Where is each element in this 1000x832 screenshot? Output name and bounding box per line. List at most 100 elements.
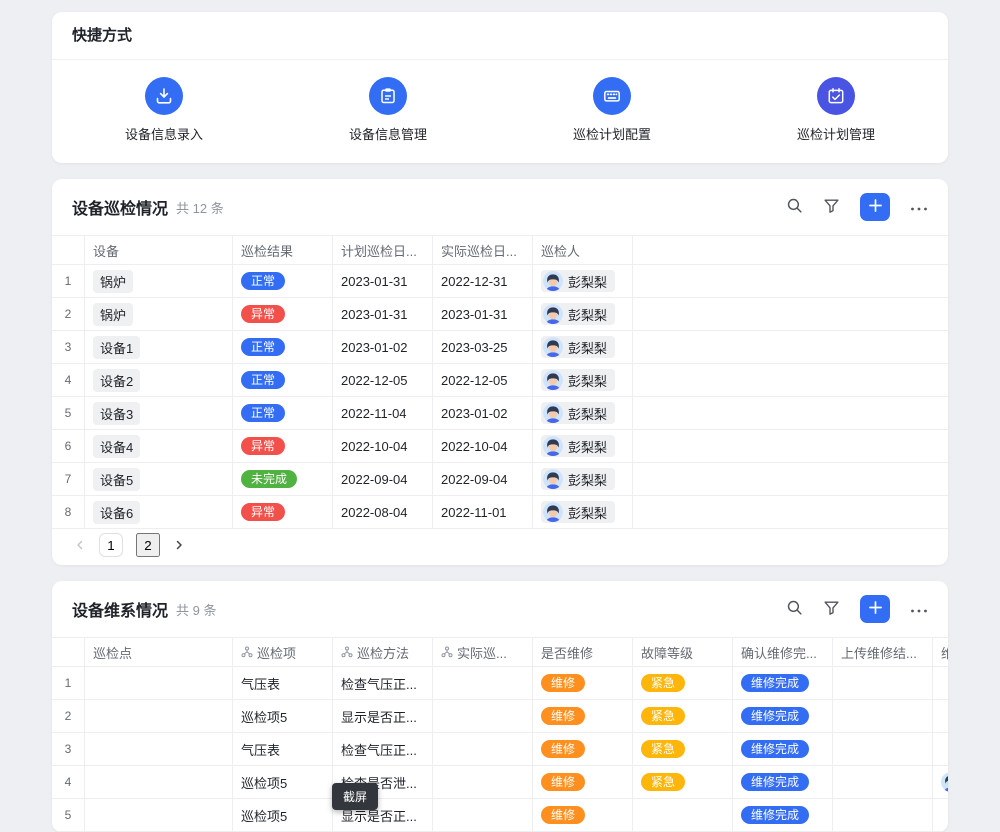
cell-inspector[interactable]: 彭梨梨 xyxy=(532,331,632,363)
cell-repair[interactable]: 维修 xyxy=(532,766,632,798)
cell-inspection-item[interactable]: 巡检项5 xyxy=(232,700,332,732)
shortcut-item-1[interactable]: 设备信息录入 xyxy=(52,77,276,143)
filter-button[interactable] xyxy=(823,197,840,217)
cell-result[interactable]: 正常 xyxy=(232,364,332,396)
cell-inspector[interactable]: 彭梨梨 xyxy=(532,265,632,297)
column-header[interactable]: 实际巡... xyxy=(432,638,532,666)
column-header[interactable]: 巡检项 xyxy=(232,638,332,666)
cell-repair[interactable]: 维修 xyxy=(532,733,632,765)
cell-result[interactable]: 正常 xyxy=(232,397,332,429)
cell-actual-date[interactable]: 2023-03-25 xyxy=(432,331,532,363)
cell-actual-date[interactable]: 2022-12-05 xyxy=(432,364,532,396)
column-header[interactable]: 计划巡检日... xyxy=(332,236,432,264)
column-header[interactable]: 巡检点 xyxy=(84,638,232,666)
column-header[interactable]: 巡检人 xyxy=(532,236,632,264)
cell-actual-date[interactable]: 2022-11-01 xyxy=(432,496,532,528)
cell-confirm[interactable]: 维修完成 xyxy=(732,766,832,798)
cell-worker[interactable] xyxy=(932,733,948,765)
cell-empty[interactable] xyxy=(632,463,948,495)
cell-worker[interactable] xyxy=(932,700,948,732)
cell-inspector[interactable]: 彭梨梨 xyxy=(532,397,632,429)
column-header[interactable]: 巡检结果 xyxy=(232,236,332,264)
cell-inspection-item[interactable]: 气压表 xyxy=(232,733,332,765)
cell-device[interactable]: 锅炉 xyxy=(84,298,232,330)
cell-device[interactable]: 锅炉 xyxy=(84,265,232,297)
cell-inspection-method[interactable]: 检查气压正... xyxy=(332,667,432,699)
column-header[interactable]: 故障等级 xyxy=(632,638,732,666)
cell-device[interactable]: 设备2 xyxy=(84,364,232,396)
cell-empty[interactable] xyxy=(632,496,948,528)
cell-planned-date[interactable]: 2022-09-04 xyxy=(332,463,432,495)
cell-inspector[interactable]: 彭梨梨 xyxy=(532,463,632,495)
cell-upload-result[interactable] xyxy=(832,766,932,798)
cell-inspection-point[interactable] xyxy=(84,733,232,765)
cell-empty[interactable] xyxy=(632,265,948,297)
cell-fault-level[interactable] xyxy=(632,799,732,831)
cell-worker[interactable] xyxy=(932,799,948,831)
cell-device[interactable]: 设备4 xyxy=(84,430,232,462)
cell-empty[interactable] xyxy=(632,397,948,429)
cell-inspection-method[interactable]: 检查气压正... xyxy=(332,733,432,765)
filter-button[interactable] xyxy=(823,599,840,619)
more-button[interactable] xyxy=(910,602,928,617)
cell-actual-date[interactable]: 2023-01-31 xyxy=(432,298,532,330)
cell-inspector[interactable]: 彭梨梨 xyxy=(532,496,632,528)
page-button-1[interactable]: 1 xyxy=(99,533,123,557)
column-header[interactable]: 实际巡检日... xyxy=(432,236,532,264)
cell-actual-date[interactable]: 2022-12-31 xyxy=(432,265,532,297)
cell-planned-date[interactable]: 2022-08-04 xyxy=(332,496,432,528)
column-header[interactable]: 维... xyxy=(932,638,948,666)
cell-empty[interactable] xyxy=(632,298,948,330)
cell-inspection-item[interactable]: 巡检项5 xyxy=(232,766,332,798)
cell-fault-level[interactable]: 紧急 xyxy=(632,667,732,699)
cell-actual[interactable] xyxy=(432,667,532,699)
cell-fault-level[interactable]: 紧急 xyxy=(632,733,732,765)
cell-planned-date[interactable]: 2022-11-04 xyxy=(332,397,432,429)
cell-upload-result[interactable] xyxy=(832,733,932,765)
cell-result[interactable]: 异常 xyxy=(232,496,332,528)
cell-planned-date[interactable]: 2022-10-04 xyxy=(332,430,432,462)
cell-worker[interactable] xyxy=(932,667,948,699)
cell-confirm[interactable]: 维修完成 xyxy=(732,700,832,732)
cell-actual-date[interactable]: 2023-01-02 xyxy=(432,397,532,429)
cell-confirm[interactable]: 维修完成 xyxy=(732,799,832,831)
cell-result[interactable]: 正常 xyxy=(232,265,332,297)
cell-inspector[interactable]: 彭梨梨 xyxy=(532,430,632,462)
column-header[interactable]: 设备 xyxy=(84,236,232,264)
prev-page-button[interactable] xyxy=(74,539,86,551)
cell-actual[interactable] xyxy=(432,733,532,765)
cell-result[interactable]: 异常 xyxy=(232,430,332,462)
cell-actual[interactable] xyxy=(432,799,532,831)
cell-empty[interactable] xyxy=(632,331,948,363)
cell-upload-result[interactable] xyxy=(832,799,932,831)
more-button[interactable] xyxy=(910,200,928,215)
cell-planned-date[interactable]: 2023-01-02 xyxy=(332,331,432,363)
cell-device[interactable]: 设备5 xyxy=(84,463,232,495)
cell-result[interactable]: 未完成 xyxy=(232,463,332,495)
cell-inspection-method[interactable]: 显示是否正... xyxy=(332,700,432,732)
cell-inspector[interactable]: 彭梨梨 xyxy=(532,364,632,396)
cell-upload-result[interactable] xyxy=(832,700,932,732)
cell-inspection-item[interactable]: 气压表 xyxy=(232,667,332,699)
cell-inspector[interactable]: 彭梨梨 xyxy=(532,298,632,330)
cell-upload-result[interactable] xyxy=(832,667,932,699)
cell-device[interactable]: 设备3 xyxy=(84,397,232,429)
cell-repair[interactable]: 维修 xyxy=(532,799,632,831)
cell-actual-date[interactable]: 2022-09-04 xyxy=(432,463,532,495)
cell-empty[interactable] xyxy=(632,430,948,462)
cell-confirm[interactable]: 维修完成 xyxy=(732,733,832,765)
cell-actual-date[interactable]: 2022-10-04 xyxy=(432,430,532,462)
cell-fault-level[interactable]: 紧急 xyxy=(632,766,732,798)
cell-inspection-point[interactable] xyxy=(84,799,232,831)
cell-actual[interactable] xyxy=(432,766,532,798)
search-button[interactable] xyxy=(786,599,803,619)
page-button-2[interactable]: 2 xyxy=(136,533,160,557)
cell-inspection-point[interactable] xyxy=(84,700,232,732)
next-page-button[interactable] xyxy=(173,539,185,551)
column-header[interactable]: 上传维修结... xyxy=(832,638,932,666)
add-record-button[interactable] xyxy=(860,595,890,623)
cell-actual[interactable] xyxy=(432,700,532,732)
cell-worker[interactable] xyxy=(932,766,948,798)
cell-repair[interactable]: 维修 xyxy=(532,700,632,732)
cell-planned-date[interactable]: 2022-12-05 xyxy=(332,364,432,396)
